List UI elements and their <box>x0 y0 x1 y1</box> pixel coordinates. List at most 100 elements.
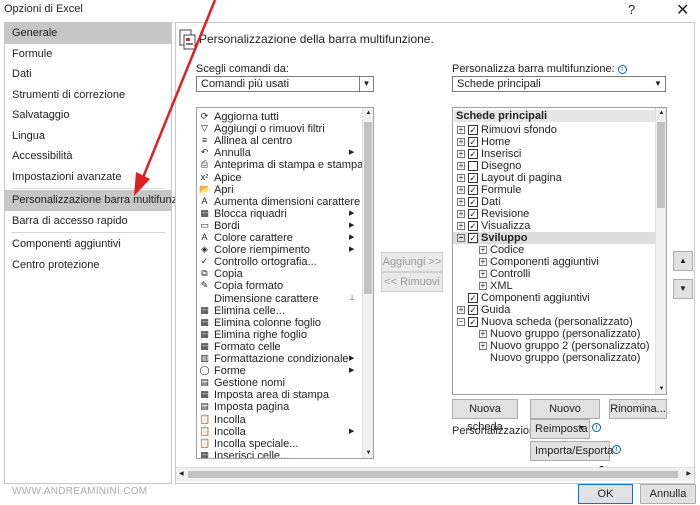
expand-icon[interactable]: + <box>457 162 465 170</box>
new-tab-button[interactable]: Nuova scheda <box>452 399 518 433</box>
command-item[interactable]: ▭ Bordi ▶ <box>197 220 362 232</box>
command-item[interactable]: ▦ Inserisci celle... <box>197 450 362 458</box>
cancel-button[interactable]: Annulla <box>640 484 696 504</box>
info-icon[interactable]: i <box>617 64 627 74</box>
expand-icon[interactable]: + <box>457 222 465 230</box>
sidebar-item-centro-protezione[interactable]: Centro protezione <box>5 255 171 276</box>
move-up-button[interactable]: ▲ <box>673 251 693 271</box>
tab-checkbox[interactable]: ✓ <box>468 137 478 147</box>
remove-button[interactable]: << Rimuovi <box>381 272 443 292</box>
commands-list[interactable]: ⟳ Aggiorna tutti ▽ Aggiungi o rimuovi filtr… <box>196 107 374 459</box>
tree-item[interactable]: + ✓ Guida <box>453 304 655 316</box>
tree-item[interactable]: + ✓ Visualizza <box>453 220 655 232</box>
command-item[interactable]: ✓ Controllo ortografia... <box>197 256 362 268</box>
scroll-thumb[interactable] <box>657 122 665 208</box>
tree-scrollbar[interactable]: ▲ ▼ <box>655 108 666 394</box>
tree-item[interactable]: + Componenti aggiuntivi <box>453 256 655 268</box>
chevron-down-icon[interactable]: ▼ <box>359 77 373 91</box>
expand-icon[interactable]: + <box>479 270 487 278</box>
tree-item[interactable]: + ✓ Rimuovi sfondo <box>453 124 655 136</box>
sidebar-item-formule[interactable]: Formule <box>5 44 171 65</box>
tree-item[interactable]: − ✓ Nuova scheda (personalizzato) <box>453 316 655 328</box>
rename-button[interactable]: Rinomina... <box>609 399 667 419</box>
sidebar-item-dati[interactable]: Dati <box>5 64 171 85</box>
command-item[interactable]: ≡ Allinea al centro <box>197 135 362 147</box>
scroll-down-icon[interactable]: ▼ <box>656 386 666 392</box>
expand-icon[interactable]: + <box>479 258 487 266</box>
tree-item[interactable]: + XML <box>453 280 655 292</box>
tab-checkbox[interactable]: ✓ <box>468 233 478 243</box>
ribbon-tree[interactable]: Schede principali + ✓ Rimuovi sfondo + ✓ Home… <box>452 107 667 395</box>
scroll-thumb[interactable] <box>188 471 678 478</box>
tab-checkbox[interactable]: ✓ <box>468 197 478 207</box>
tab-checkbox[interactable]: ✓ <box>468 209 478 219</box>
scroll-up-icon[interactable]: ▲ <box>363 110 373 116</box>
command-item[interactable]: ▦ Elimina celle... <box>197 305 362 317</box>
tree-item[interactable]: + ✓ Layout di pagina <box>453 172 655 184</box>
collapse-icon[interactable]: − <box>457 234 465 242</box>
tree-item[interactable]: + Nuovo gruppo (personalizzato) <box>453 328 655 340</box>
sidebar-item-correzione[interactable]: Strumenti di correzione <box>5 85 171 106</box>
import-export-button[interactable]: Importa/Esporta▼ <box>530 441 613 472</box>
command-item[interactable]: Dimensione carattere ⊥ <box>197 293 362 305</box>
command-item[interactable]: ▦ Blocca riquadri ▶ <box>197 208 362 220</box>
customize-ribbon-select[interactable]: Schede principali ▼ <box>452 76 666 92</box>
expand-icon[interactable]: + <box>479 330 487 338</box>
tree-item[interactable]: + Nuovo gruppo 2 (personalizzato) <box>453 340 655 352</box>
new-group-button[interactable]: Nuovo gruppo <box>530 399 600 433</box>
tree-item[interactable]: + ✓ Revisione <box>453 208 655 220</box>
command-item[interactable]: ⎙ Anteprima di stampa e stampa <box>197 159 363 171</box>
close-icon[interactable]: ✕ <box>676 0 689 20</box>
add-button[interactable]: Aggiungi >> <box>381 252 443 272</box>
tab-checkbox[interactable]: ✓ <box>468 221 478 231</box>
tab-checkbox[interactable]: ✓ <box>468 305 478 315</box>
scroll-thumb[interactable] <box>364 122 372 294</box>
sidebar-item-generale[interactable]: Generale <box>5 23 171 44</box>
tab-checkbox[interactable]: ✓ <box>468 185 478 195</box>
command-item[interactable]: ✎ Copia formato <box>197 280 362 292</box>
collapse-icon[interactable]: − <box>457 318 465 326</box>
expand-icon[interactable]: + <box>457 186 465 194</box>
tab-checkbox[interactable]: ✓ <box>468 173 478 183</box>
tree-item[interactable]: + ✓ Inserisci <box>453 148 655 160</box>
tree-item[interactable]: + Disegno <box>453 160 655 172</box>
command-item[interactable]: ⟳ Aggiorna tutti <box>197 111 362 123</box>
tree-item[interactable]: + Controlli <box>453 268 655 280</box>
command-item[interactable]: ▦ Elimina righe foglio <box>197 329 362 341</box>
command-item[interactable]: ◯ Forme ▶ <box>197 365 362 377</box>
command-item[interactable]: ▤ Gestione nomi <box>197 377 362 389</box>
command-item[interactable]: ▦ Formato celle <box>197 341 362 353</box>
tree-item[interactable]: Nuovo gruppo (personalizzato) <box>453 352 655 364</box>
command-item[interactable]: ▥ Formattazione condizionale ▶ <box>197 353 362 365</box>
tree-item[interactable]: − ✓ Sviluppo <box>453 232 655 244</box>
tab-checkbox[interactable]: ✓ <box>468 317 478 327</box>
command-item[interactable]: ▽ Aggiungi o rimuovi filtri <box>197 123 362 135</box>
expand-icon[interactable]: + <box>457 126 465 134</box>
ok-button[interactable]: OK <box>578 484 633 504</box>
tab-checkbox[interactable] <box>468 161 478 171</box>
commands-scrollbar[interactable]: ▲ ▼ <box>362 108 373 458</box>
command-item[interactable]: A Aumenta dimensioni carattere <box>197 196 362 208</box>
expand-icon[interactable]: + <box>457 174 465 182</box>
command-item[interactable]: ⧉ Copia <box>197 268 362 280</box>
tree-item[interactable]: + ✓ Dati <box>453 196 655 208</box>
help-icon[interactable]: ? <box>628 2 635 17</box>
command-item[interactable]: ◈ Colore riempimento ▶ <box>197 244 362 256</box>
expand-icon[interactable]: + <box>457 198 465 206</box>
info-icon[interactable]: i <box>612 445 621 454</box>
command-item[interactable]: 📋 Incolla ▶ <box>197 426 362 438</box>
command-item[interactable]: 📋 Incolla speciale... <box>197 438 362 450</box>
expand-icon[interactable]: + <box>479 282 487 290</box>
horizontal-scrollbar[interactable]: ◀ ▶ <box>176 467 694 481</box>
info-icon[interactable]: i <box>592 423 601 432</box>
sidebar-item-lingua[interactable]: Lingua <box>5 126 171 147</box>
tree-item[interactable]: + ✓ Home <box>453 136 655 148</box>
expand-icon[interactable]: + <box>457 306 465 314</box>
scroll-down-icon[interactable]: ▼ <box>363 450 373 456</box>
command-item[interactable]: 📋 Incolla <box>197 414 362 426</box>
scroll-left-icon[interactable]: ◀ <box>179 470 184 477</box>
sidebar-item-barra-multifunzione[interactable]: Personalizzazione barra multifunzione <box>5 190 198 211</box>
tab-checkbox[interactable]: ✓ <box>468 149 478 159</box>
tree-item[interactable]: ✓ Componenti aggiuntivi <box>453 292 655 304</box>
expand-icon[interactable]: + <box>457 138 465 146</box>
